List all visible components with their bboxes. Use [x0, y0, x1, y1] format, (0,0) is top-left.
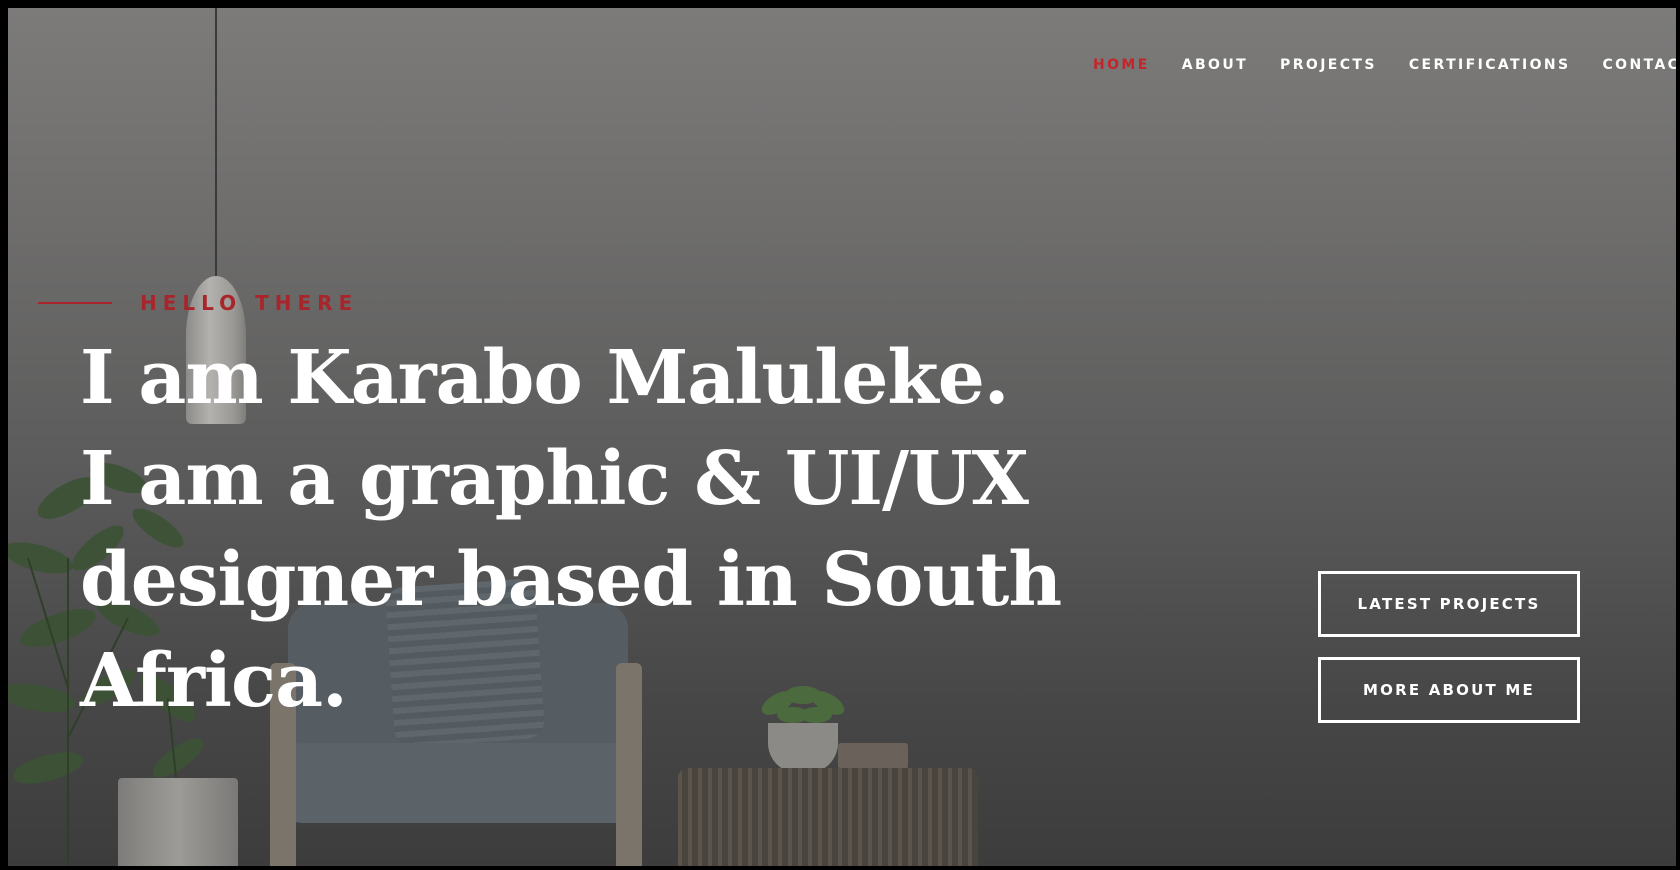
more-about-me-button[interactable]: MORE ABOUT ME	[1318, 657, 1580, 723]
headline-line-2: I am a graphic & UI/UX	[80, 436, 1029, 522]
armchair-seat	[280, 743, 640, 823]
kicker-text: HELLO THERE	[140, 291, 359, 315]
page-frame: HOME ABOUT PROJECTS CERTIFICATIONS CONTA…	[0, 0, 1680, 870]
books-image	[838, 743, 908, 769]
nav-certifications[interactable]: CERTIFICATIONS	[1409, 57, 1571, 73]
nav-about[interactable]: ABOUT	[1182, 57, 1248, 73]
nav-contact[interactable]: CONTACT	[1602, 57, 1676, 73]
headline-line-4: Africa.	[80, 638, 348, 724]
kicker-divider	[38, 302, 112, 304]
nav-home[interactable]: HOME	[1093, 57, 1150, 73]
hero-section: HOME ABOUT PROJECTS CERTIFICATIONS CONTA…	[8, 8, 1676, 866]
hero-headline: I am Karabo Maluleke. I am a graphic & U…	[80, 328, 1062, 732]
latest-projects-button[interactable]: LATEST PROJECTS	[1318, 571, 1580, 637]
headline-line-3: designer based in South	[80, 537, 1062, 623]
plant-pot-image	[118, 778, 238, 866]
main-nav: HOME ABOUT PROJECTS CERTIFICATIONS CONTA…	[1093, 57, 1676, 73]
side-table-image	[678, 768, 978, 866]
pendant-lamp-cord	[215, 8, 217, 278]
headline-line-1: I am Karabo Maluleke.	[80, 335, 1010, 421]
hero-kicker: HELLO THERE	[38, 291, 358, 315]
nav-projects[interactable]: PROJECTS	[1280, 57, 1377, 73]
